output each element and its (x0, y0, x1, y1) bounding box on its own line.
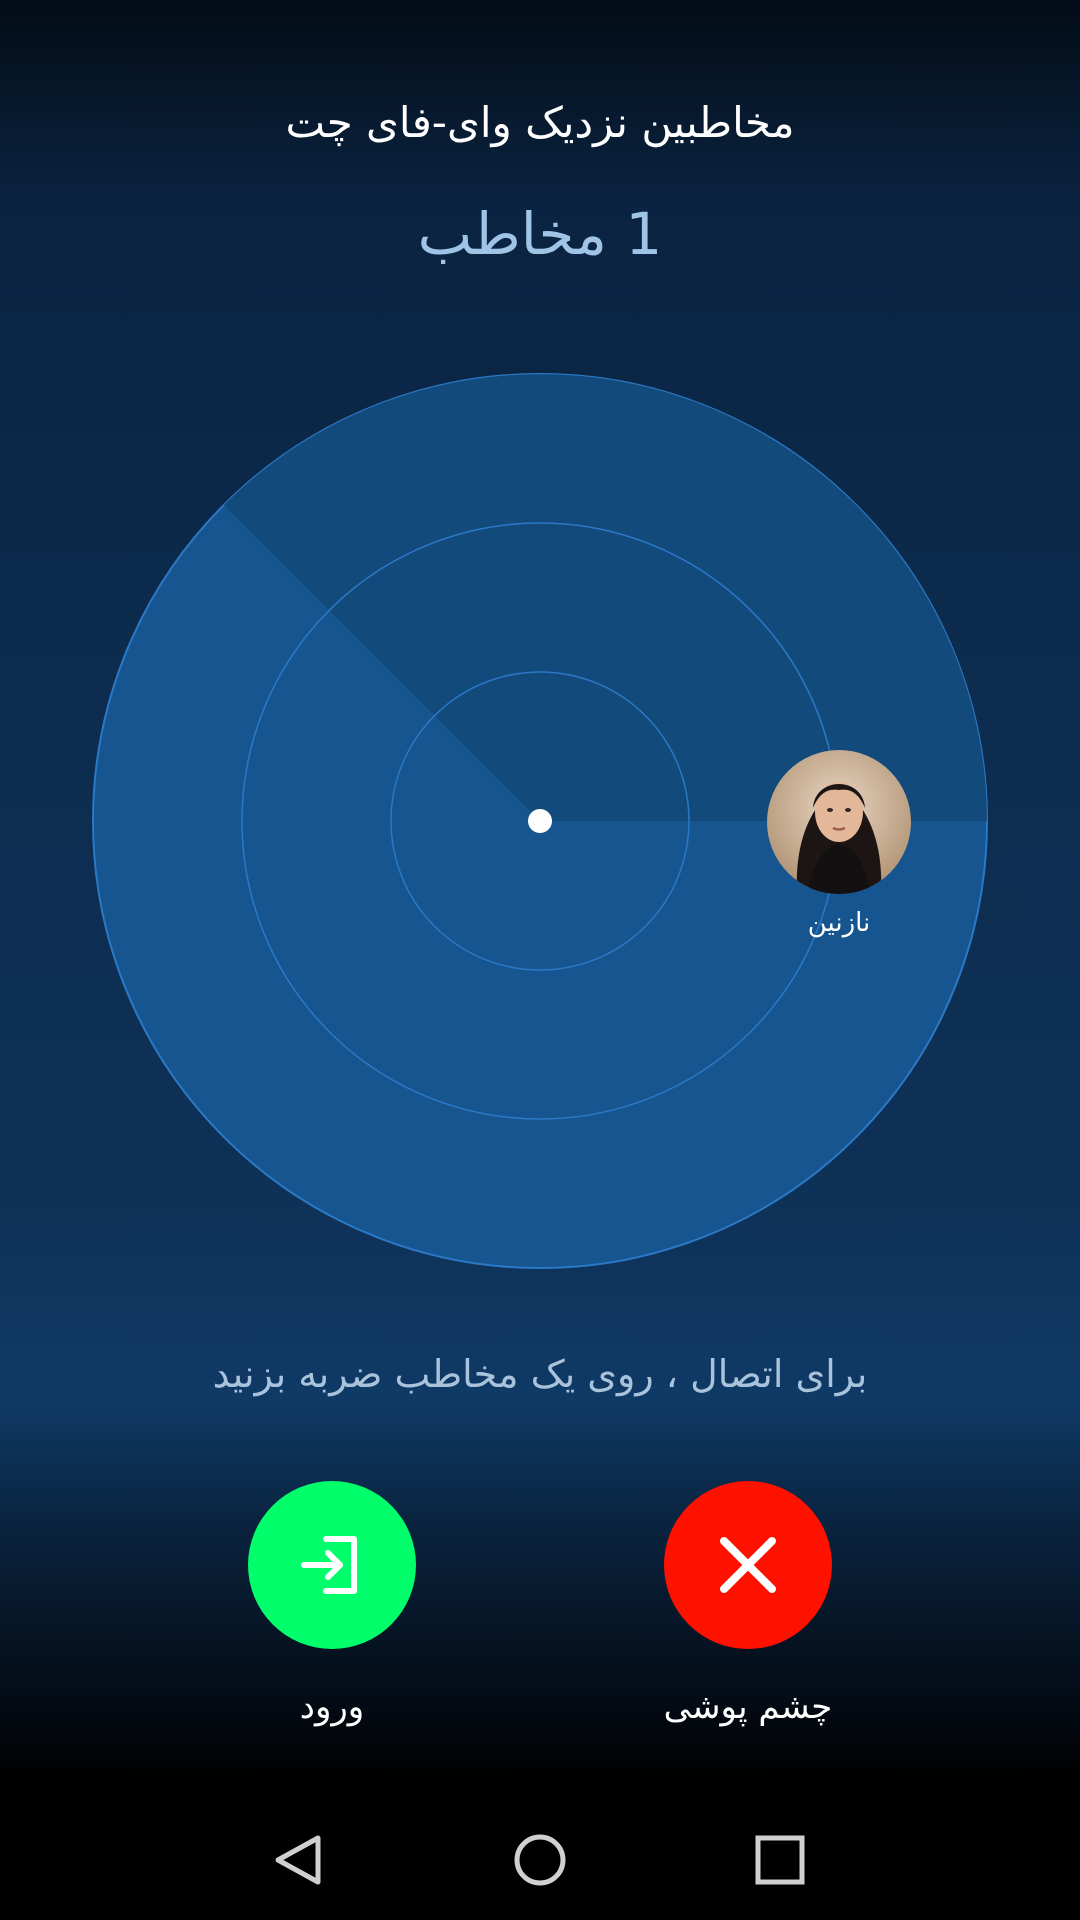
contact-nazanin[interactable]: نازنین (767, 750, 911, 938)
login-label: ورود (299, 1687, 365, 1727)
page-title: مخاطبین نزدیک وای-فای چت (285, 98, 795, 147)
ignore-action: چشم پوشی (664, 1481, 832, 1727)
nav-home-button[interactable] (508, 1828, 572, 1892)
nav-recents-button[interactable] (748, 1828, 812, 1892)
login-button[interactable] (248, 1481, 416, 1649)
home-circle-icon (514, 1834, 566, 1886)
ignore-label: چشم پوشی (663, 1687, 833, 1727)
nav-back-button[interactable] (266, 1828, 330, 1892)
contact-count: 1 مخاطب (417, 200, 663, 268)
login-action: ورود (248, 1481, 416, 1727)
radar-center-dot (528, 809, 552, 833)
back-triangle-icon (275, 1835, 321, 1885)
recents-square-icon (755, 1835, 805, 1885)
ignore-button[interactable] (664, 1481, 832, 1649)
connect-hint: برای اتصال ، روی یک مخاطب ضربه بزنید (212, 1352, 868, 1396)
contact-name: نازنین (807, 908, 871, 938)
contact-avatar[interactable] (767, 750, 911, 894)
close-icon (720, 1537, 776, 1593)
system-nav-bar (0, 1800, 1080, 1920)
login-icon (301, 1536, 357, 1594)
